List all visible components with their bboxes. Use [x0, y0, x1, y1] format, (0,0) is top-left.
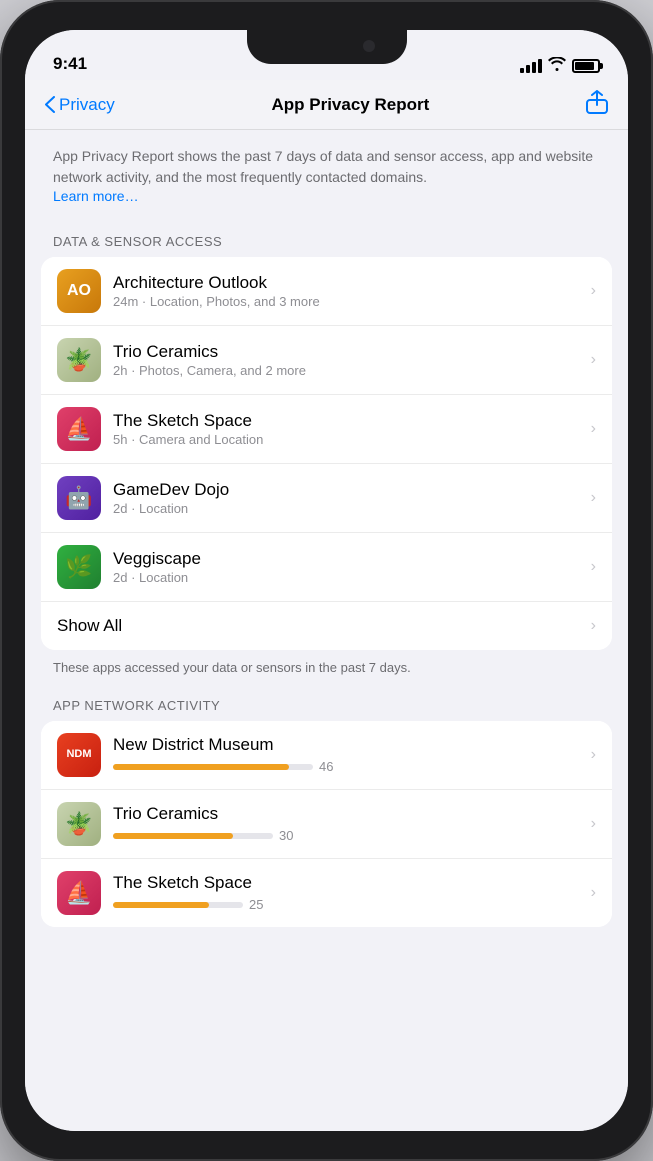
chevron-right-icon: ›	[591, 617, 596, 635]
list-item[interactable]: AO Architecture Outlook 24m · Location, …	[41, 257, 612, 326]
chevron-right-icon: ›	[591, 489, 596, 507]
app-name: New District Museum	[113, 735, 583, 755]
item-text: The Sketch Space 5h · Camera and Locatio…	[113, 411, 583, 447]
bottom-spacer	[25, 927, 628, 957]
network-item[interactable]: NDM New District Museum 46 ›	[41, 721, 612, 790]
signal-icon	[520, 59, 542, 73]
bar-fill	[113, 833, 233, 839]
chevron-right-icon: ›	[591, 420, 596, 438]
chevron-right-icon: ›	[591, 746, 596, 764]
page-title: App Privacy Report	[271, 95, 429, 115]
bar-row: 46	[113, 759, 583, 774]
app-name: Veggiscape	[113, 549, 583, 569]
app-name: Trio Ceramics	[113, 804, 583, 824]
network-text: New District Museum 46	[113, 735, 583, 774]
app-name: Trio Ceramics	[113, 342, 583, 362]
network-item[interactable]: 🪴 Trio Ceramics 30 ›	[41, 790, 612, 859]
battery-icon	[572, 59, 600, 73]
status-icons	[520, 57, 600, 74]
bar-value: 25	[249, 897, 263, 912]
network-activity-list: NDM New District Museum 46 › 🪴	[41, 721, 612, 927]
learn-more-link[interactable]: Learn more…	[53, 188, 139, 204]
app-name: The Sketch Space	[113, 873, 583, 893]
chevron-right-icon: ›	[591, 815, 596, 833]
app-name: The Sketch Space	[113, 411, 583, 431]
bar-track	[113, 833, 273, 839]
item-text: GameDev Dojo 2d · Location	[113, 480, 583, 516]
app-subtitle: 2d · Location	[113, 501, 583, 516]
scroll-content[interactable]: App Privacy Report shows the past 7 days…	[25, 130, 628, 1131]
list-item[interactable]: ⛵ The Sketch Space 5h · Camera and Locat…	[41, 395, 612, 464]
camera-dot	[363, 40, 375, 52]
network-item[interactable]: ⛵ The Sketch Space 25 ›	[41, 859, 612, 927]
item-text: Veggiscape 2d · Location	[113, 549, 583, 585]
network-text: Trio Ceramics 30	[113, 804, 583, 843]
app-icon-trio-ceramics: 🪴	[57, 338, 101, 382]
app-icon-new-district-museum: NDM	[57, 733, 101, 777]
list-item[interactable]: 🪴 Trio Ceramics 2h · Photos, Camera, and…	[41, 326, 612, 395]
bar-row: 30	[113, 828, 583, 843]
bar-fill	[113, 764, 289, 770]
status-time: 9:41	[53, 54, 87, 74]
phone-screen: 9:41	[25, 30, 628, 1131]
back-label: Privacy	[59, 95, 115, 115]
list-item[interactable]: 🤖 GameDev Dojo 2d · Location ›	[41, 464, 612, 533]
wifi-icon	[548, 57, 566, 74]
network-activity-header: APP NETWORK ACTIVITY	[25, 682, 628, 721]
show-all-item[interactable]: Show All ›	[41, 602, 612, 650]
nav-bar: Privacy App Privacy Report	[25, 80, 628, 130]
item-text: Architecture Outlook 24m · Location, Pho…	[113, 273, 583, 309]
notch	[247, 30, 407, 64]
app-subtitle: 2d · Location	[113, 570, 583, 585]
app-icon-sketch-space-network: ⛵	[57, 871, 101, 915]
app-subtitle: 24m · Location, Photos, and 3 more	[113, 294, 583, 309]
app-icon-trio-ceramics-network: 🪴	[57, 802, 101, 846]
bar-row: 25	[113, 897, 583, 912]
info-section: App Privacy Report shows the past 7 days…	[25, 130, 628, 218]
app-subtitle: 5h · Camera and Location	[113, 432, 583, 447]
back-button[interactable]: Privacy	[45, 95, 115, 115]
chevron-right-icon: ›	[591, 351, 596, 369]
data-sensor-list: AO Architecture Outlook 24m · Location, …	[41, 257, 612, 650]
app-icon-gamedev-dojo: 🤖	[57, 476, 101, 520]
info-description: App Privacy Report shows the past 7 days…	[53, 148, 593, 185]
bar-value: 30	[279, 828, 293, 843]
app-name: Architecture Outlook	[113, 273, 583, 293]
list-item[interactable]: 🌿 Veggiscape 2d · Location ›	[41, 533, 612, 602]
network-text: The Sketch Space 25	[113, 873, 583, 912]
app-name: GameDev Dojo	[113, 480, 583, 500]
phone-frame: 9:41	[0, 0, 653, 1161]
share-button[interactable]	[586, 90, 608, 120]
app-icon-architecture-outlook: AO	[57, 269, 101, 313]
app-icon-sketch-space: ⛵	[57, 407, 101, 451]
app-subtitle: 2h · Photos, Camera, and 2 more	[113, 363, 583, 378]
chevron-right-icon: ›	[591, 282, 596, 300]
show-all-label: Show All	[57, 616, 583, 636]
chevron-right-icon: ›	[591, 884, 596, 902]
chevron-right-icon: ›	[591, 558, 596, 576]
item-text: Trio Ceramics 2h · Photos, Camera, and 2…	[113, 342, 583, 378]
bar-track	[113, 902, 243, 908]
bar-fill	[113, 902, 209, 908]
app-icon-veggiscape: 🌿	[57, 545, 101, 589]
bar-track	[113, 764, 313, 770]
data-sensor-header: DATA & SENSOR ACCESS	[25, 218, 628, 257]
bar-value: 46	[319, 759, 333, 774]
data-sensor-footer: These apps accessed your data or sensors…	[25, 650, 628, 682]
